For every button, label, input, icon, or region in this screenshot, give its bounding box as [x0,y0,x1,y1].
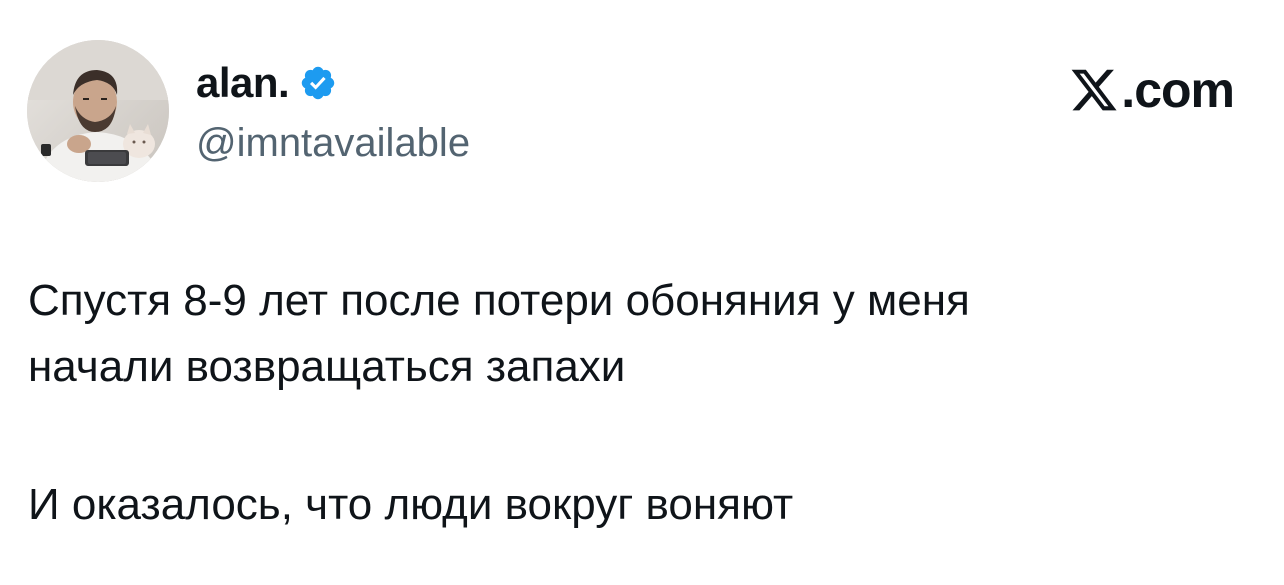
author-handle[interactable]: @imntavailable [196,118,470,168]
avatar-photo [27,40,169,182]
tweet-line: Спустя 8-9 лет после потери обоняния у м… [28,276,970,325]
author-name-row: alan. [196,58,337,108]
tweet-line: И оказалось, что люди вокруг воняют [28,480,794,529]
x-logo-icon [1069,65,1119,115]
tweet-line: начали возвращаться запахи [28,342,626,391]
verified-badge-icon[interactable] [299,64,337,102]
author-display-name[interactable]: alan. [196,58,290,108]
brand-suffix: .com [1121,62,1235,118]
avatar[interactable] [27,40,169,182]
brand-watermark: .com [1069,60,1235,120]
tweet-text: Спустя 8-9 лет после потери обоняния у м… [28,268,1258,538]
